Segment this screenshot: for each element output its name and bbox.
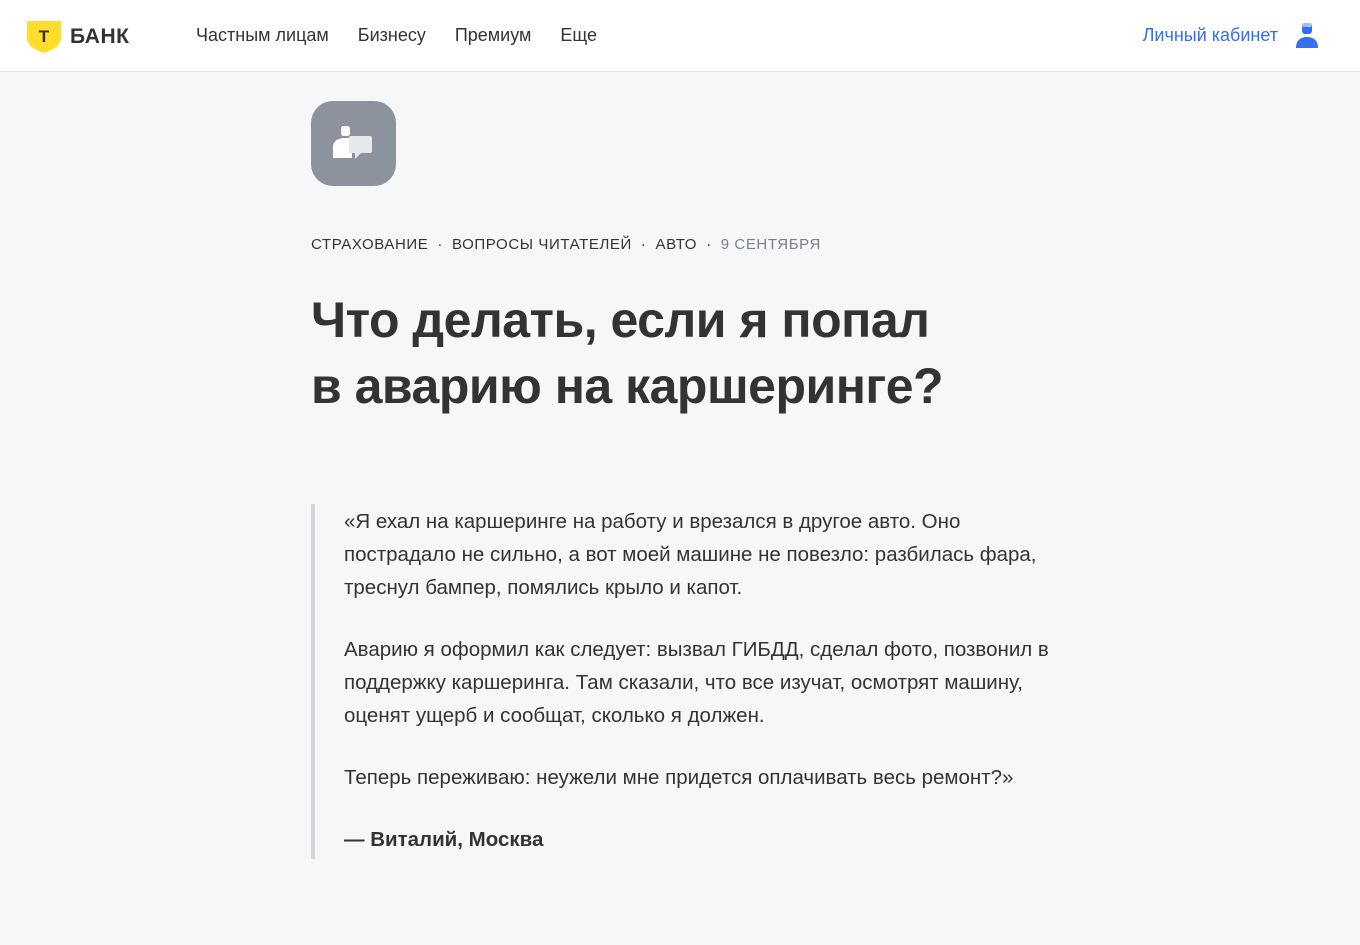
tag-insurance[interactable]: СТРАХОВАНИЕ: [311, 235, 428, 255]
title-line-2: в аварию на каршеринге?: [311, 358, 944, 414]
quote-paragraph: Теперь переживаю: неужели мне придется о…: [344, 766, 1014, 789]
reader-quote: «Я ехал на каршеринге на работу и врезал…: [311, 504, 1051, 859]
tag-auto[interactable]: АВТО: [656, 235, 698, 255]
meta-separator: ·: [437, 236, 444, 253]
nav-item-private[interactable]: Частным лицам: [196, 24, 329, 46]
nav-item-more[interactable]: Еще: [560, 24, 597, 46]
tag-readers-questions[interactable]: ВОПРОСЫ ЧИТАТЕЛЕЙ: [452, 235, 632, 255]
personal-account-link[interactable]: Личный кабинет: [1143, 20, 1320, 50]
article-meta: СТРАХОВАНИЕ · ВОПРОСЫ ЧИТАТЕЛЕЙ · АВТО ·…: [311, 235, 821, 255]
article-date: 9 СЕНТЯБРЯ: [720, 236, 821, 253]
chat-person-icon: [332, 125, 372, 159]
logo-text: БАНК: [70, 25, 130, 48]
article-title: Что делать, если я попал в аварию на кар…: [311, 287, 1051, 419]
nav-item-business[interactable]: Бизнесу: [358, 24, 426, 46]
meta-separator: ·: [640, 236, 647, 253]
main-nav: Частным лицам Бизнесу Премиум Еще: [196, 24, 626, 46]
personal-account-label: Личный кабинет: [1142, 25, 1278, 45]
quote-author: — Виталий, Москва: [344, 828, 544, 851]
logo[interactable]: Т БАНК: [26, 20, 129, 54]
readers-questions-icon: [311, 101, 396, 186]
quote-paragraph: «Я ехал на каршеринге на работу и врезал…: [344, 510, 1037, 599]
meta-separator: ·: [706, 236, 712, 253]
title-line-1: Что делать, если я попал: [311, 292, 930, 348]
shield-logo-icon: Т: [27, 21, 61, 53]
nav-item-premium[interactable]: Премиум: [455, 24, 532, 46]
quote-paragraph: Аварию я оформил как следует: вызвал ГИБ…: [344, 638, 1049, 727]
user-icon: [1296, 23, 1318, 48]
svg-text:Т: Т: [39, 27, 50, 46]
site-header: Т БАНК Частным лицам Бизнесу Премиум Еще…: [0, 0, 1360, 72]
